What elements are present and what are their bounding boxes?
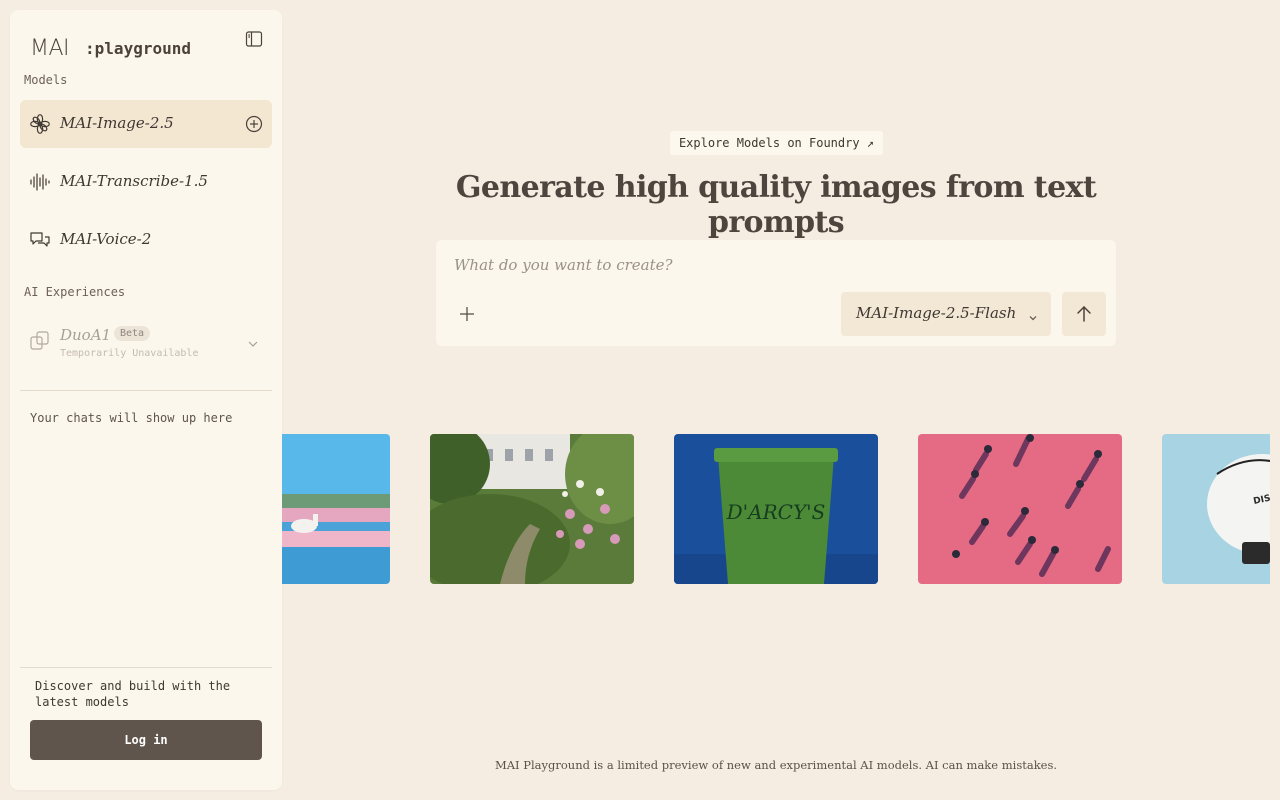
page-title: Generate high quality images from text p… bbox=[455, 170, 1097, 240]
white-cap-image[interactable]: DISCO RUN CLUB bbox=[1162, 434, 1270, 584]
flower-icon bbox=[29, 113, 51, 135]
prompt-input[interactable] bbox=[454, 254, 1054, 276]
pink-flower-lake-image[interactable] bbox=[282, 434, 390, 584]
garden-path-image[interactable] bbox=[430, 434, 634, 584]
sidebar-item-label: MAI-Voice-2 bbox=[60, 230, 152, 248]
models-section-label: Models bbox=[24, 73, 68, 87]
chat-bubbles-icon bbox=[29, 229, 51, 251]
send-button[interactable] bbox=[1062, 292, 1106, 336]
sidebar-item-label: MAI-Image-2.5 bbox=[60, 114, 174, 132]
waveform-icon bbox=[29, 171, 51, 193]
brand-subtitle: :playground bbox=[85, 39, 191, 58]
experiences-section-label: AI Experiences bbox=[24, 285, 126, 299]
model-selector-label: MAI-Image-2.5-Flash bbox=[856, 304, 1017, 322]
plus-icon[interactable] bbox=[458, 305, 476, 323]
beta-badge: Beta bbox=[114, 326, 151, 341]
brand-logo: MAI bbox=[30, 36, 70, 61]
example-gallery: D'ARCY'S DISCO RUN bbox=[282, 434, 1270, 584]
sidebar-toggle-icon[interactable] bbox=[244, 29, 264, 49]
duo-status: Temporarily Unavailable bbox=[60, 348, 199, 359]
login-button[interactable]: Log in bbox=[30, 720, 262, 760]
add-circle-icon[interactable] bbox=[245, 115, 263, 133]
discover-text: Discover and build with the latest model… bbox=[35, 679, 231, 709]
sidebar-item-label: MAI-Transcribe-1.5 bbox=[60, 172, 208, 190]
brand[interactable]: MAI :playground bbox=[30, 36, 191, 61]
tub-brand-text: D'ARCY'S bbox=[726, 500, 826, 524]
chevron-down-icon bbox=[246, 336, 260, 350]
sidebar-item-mai-transcribe[interactable]: MAI-Transcribe-1.5 bbox=[20, 158, 272, 206]
prompt-box: MAI-Image-2.5-Flash bbox=[436, 240, 1116, 346]
sidebar-divider bbox=[20, 667, 272, 668]
duo-label: DuoA1 bbox=[60, 326, 112, 344]
empty-chats-message: Your chats will show up here bbox=[30, 411, 233, 425]
sidebar-item-mai-voice[interactable]: MAI-Voice-2 bbox=[20, 216, 272, 264]
sidebar-item-duoa1: DuoA1 Beta Temporarily Unavailable bbox=[20, 324, 272, 376]
green-ice-cream-tub-image[interactable]: D'ARCY'S bbox=[674, 434, 878, 584]
explore-foundry-link[interactable]: Explore Models on Foundry ↗ bbox=[670, 131, 883, 155]
arrow-up-icon bbox=[1077, 305, 1091, 322]
aerial-people-pink-ground-image[interactable] bbox=[918, 434, 1122, 584]
model-selector[interactable]: MAI-Image-2.5-Flash bbox=[841, 292, 1051, 336]
disclaimer-text: MAI Playground is a limited preview of n… bbox=[494, 758, 1058, 772]
sidebar: MAI :playground Models MAI-Image-2.5 MAI… bbox=[10, 10, 282, 790]
sidebar-item-mai-image[interactable]: MAI-Image-2.5 bbox=[20, 100, 272, 148]
sidebar-divider bbox=[20, 390, 272, 391]
chevron-down-icon bbox=[1027, 309, 1039, 321]
copy-squares-icon bbox=[29, 330, 51, 352]
